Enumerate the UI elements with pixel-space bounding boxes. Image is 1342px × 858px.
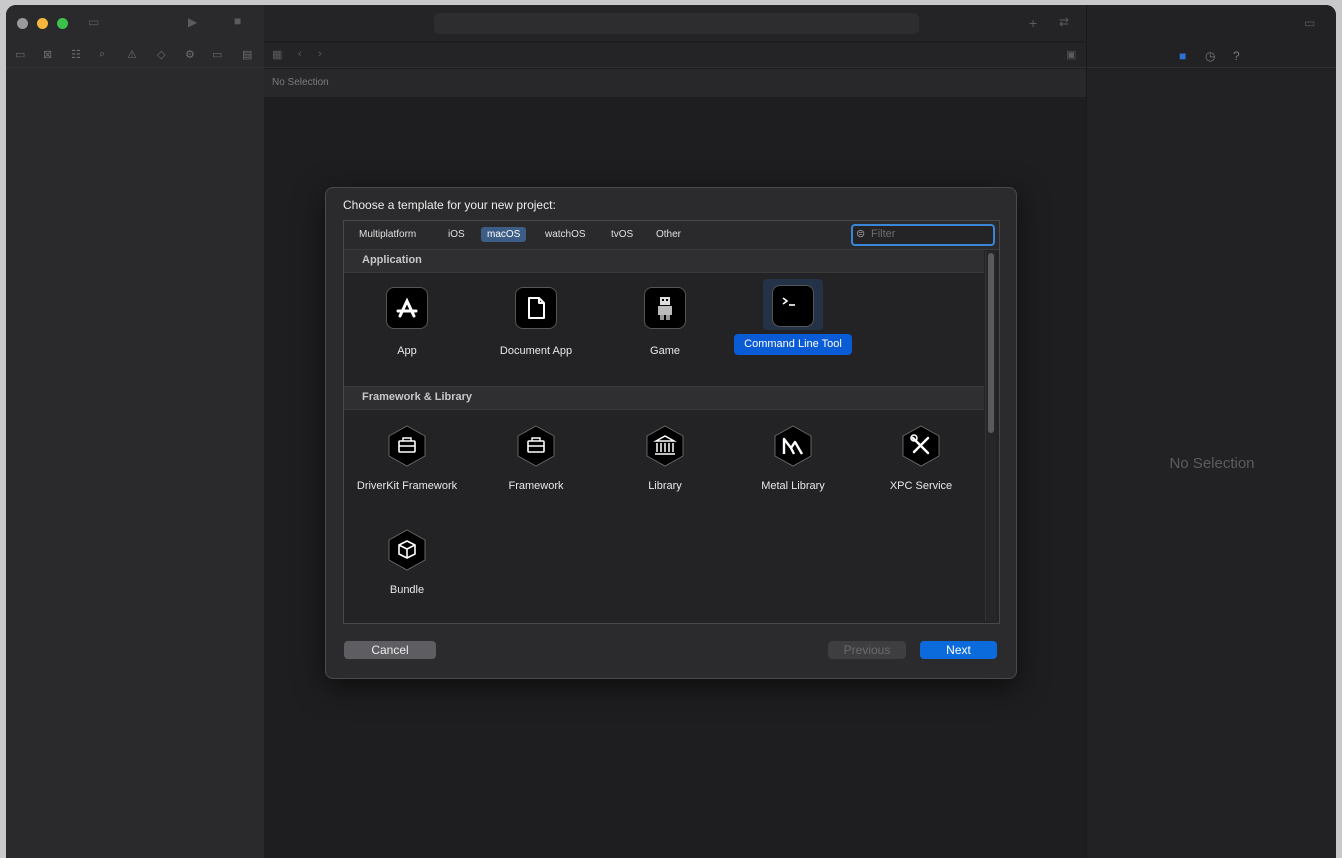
code-review-icon[interactable]: ⇄ <box>1059 15 1069 29</box>
selected-icon-highlight <box>763 279 823 330</box>
template-label: Metal Library <box>761 480 825 492</box>
template-browser: Multiplatform iOS macOS watchOS tvOS Oth… <box>343 220 1000 624</box>
report-icon[interactable]: ▤ <box>242 48 252 61</box>
run-icon[interactable]: ▶ <box>188 15 197 29</box>
inspector-toggle-icon[interactable]: ▭ <box>1304 16 1315 30</box>
template-xpc-service[interactable]: XPC Service <box>862 424 980 495</box>
template-label: DriverKit Framework <box>356 480 458 492</box>
template-label: Framework <box>508 480 564 492</box>
toolbox-icon <box>515 424 557 468</box>
titlebar-left: ▭ ▶ ■ <box>6 5 264 41</box>
section-title: Application <box>362 254 422 266</box>
terminal-icon <box>772 285 814 327</box>
scroll-thumb[interactable] <box>988 253 994 433</box>
grid-icon[interactable]: ▦ <box>272 48 282 61</box>
symbol-icon[interactable]: ☷ <box>71 48 81 61</box>
debug-icon[interactable]: ⚙ <box>185 48 195 61</box>
metal-icon <box>772 424 814 468</box>
source-control-icon[interactable]: ⊠ <box>43 48 52 61</box>
toolbox-icon <box>386 424 428 468</box>
navigator-tab-bar: ▭ ⊠ ☷ ⌕ ⚠ ◇ ⚙ ▭ ▤ <box>6 45 264 68</box>
navigator-pane: ▭ ▶ ■ ▭ ⊠ ☷ ⌕ ⚠ ◇ ⚙ ▭ ▤ <box>6 5 264 858</box>
inspector-tabs: ■ ◷ ? <box>1087 45 1336 68</box>
close-window-button[interactable] <box>17 18 28 29</box>
dialog-title: Choose a template for your new project: <box>343 198 556 212</box>
tab-tvos[interactable]: tvOS <box>605 227 639 242</box>
section-title: Framework & Library <box>362 391 473 403</box>
jump-bar: ▦ ‹ › ▣ <box>264 43 1086 68</box>
breakpoint-icon[interactable]: ▭ <box>212 48 222 61</box>
previous-button[interactable]: Previous <box>828 641 906 659</box>
template-scrollbar[interactable] <box>985 251 996 621</box>
template-label: Bundle <box>389 584 425 596</box>
template-label: App <box>397 345 417 357</box>
zoom-window-button[interactable] <box>57 18 68 29</box>
section-header-framework-library: Framework & Library <box>344 386 984 410</box>
tab-macos[interactable]: macOS <box>481 227 527 242</box>
app-store-a-icon <box>386 287 428 329</box>
template-label: XPC Service <box>889 480 953 492</box>
template-metal-library[interactable]: Metal Library <box>734 424 852 495</box>
platform-tab-bar: Multiplatform iOS macOS watchOS tvOS Oth… <box>344 221 999 250</box>
template-bundle[interactable]: Bundle <box>348 528 466 599</box>
template-app[interactable]: App <box>348 287 466 360</box>
breadcrumb-text: No Selection <box>272 77 329 88</box>
breadcrumb: No Selection <box>264 69 1086 97</box>
cancel-button[interactable]: Cancel <box>344 641 436 659</box>
template-command-line-tool[interactable]: Command Line Tool <box>734 279 852 355</box>
template-framework[interactable]: Framework <box>477 424 595 495</box>
tab-ios[interactable]: iOS <box>442 227 471 242</box>
tab-other[interactable]: Other <box>650 227 687 242</box>
issue-icon[interactable]: ⚠ <box>127 48 137 61</box>
add-icon[interactable]: + <box>1029 15 1037 31</box>
tab-multiplatform[interactable]: Multiplatform <box>353 227 422 242</box>
minimize-window-button[interactable] <box>37 18 48 29</box>
stop-icon[interactable]: ■ <box>234 14 241 28</box>
filter-placeholder: Filter <box>871 228 896 240</box>
inspector-pane: ▭ ■ ◷ ? No Selection <box>1086 5 1336 858</box>
template-label: Document App <box>499 345 573 357</box>
toolbar: + ⇄ <box>264 5 1086 41</box>
test-icon[interactable]: ◇ <box>157 48 165 61</box>
game-robot-icon <box>644 287 686 329</box>
next-button[interactable]: Next <box>920 641 997 659</box>
template-game[interactable]: Game <box>606 287 724 360</box>
activity-viewer <box>434 13 919 34</box>
inspector-empty-text: No Selection <box>1169 455 1255 472</box>
forward-icon[interactable]: › <box>318 48 322 60</box>
wrench-screwdriver-icon <box>900 424 942 468</box>
folder-icon[interactable]: ▭ <box>15 48 25 61</box>
find-icon[interactable]: ⌕ <box>99 48 105 61</box>
tab-watchos[interactable]: watchOS <box>539 227 592 242</box>
template-label: Game <box>650 345 680 357</box>
section-header-application: Application <box>344 249 984 273</box>
filter-icon: ⊜ <box>856 228 866 240</box>
template-label: Command Line Tool <box>734 334 852 355</box>
back-icon[interactable]: ‹ <box>298 48 302 60</box>
template-document-app[interactable]: Document App <box>477 287 595 360</box>
template-label: Library <box>648 480 682 492</box>
editor-options-icon[interactable]: ▣ <box>1066 48 1076 61</box>
new-project-dialog: Choose a template for your new project: … <box>325 187 1017 679</box>
sidebar-toggle-icon[interactable]: ▭ <box>88 15 99 29</box>
document-icon <box>515 287 557 329</box>
history-icon[interactable]: ◷ <box>1205 49 1215 63</box>
file-inspector-icon[interactable]: ■ <box>1179 49 1186 63</box>
help-icon[interactable]: ? <box>1233 49 1240 63</box>
cube-icon <box>386 528 428 572</box>
template-library[interactable]: Library <box>606 424 724 495</box>
filter-input[interactable]: ⊜ Filter <box>851 224 995 246</box>
template-driverkit-framework[interactable]: DriverKit Framework <box>348 424 466 495</box>
building-icon <box>644 424 686 468</box>
